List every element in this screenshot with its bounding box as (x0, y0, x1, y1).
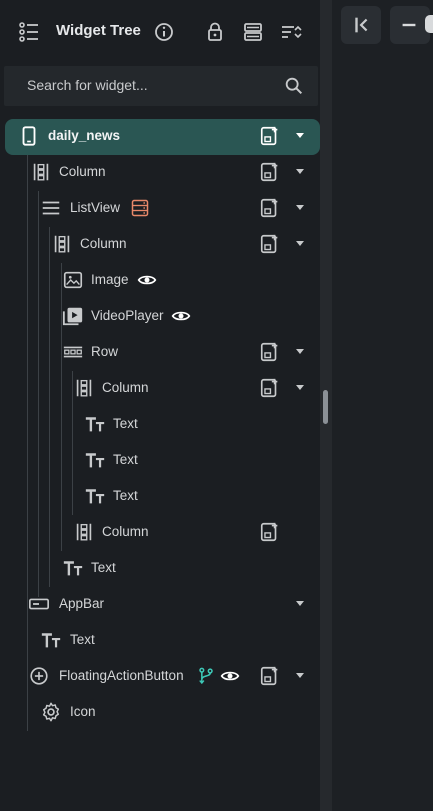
column-icon (76, 379, 92, 397)
expand-caret-icon[interactable] (296, 349, 304, 354)
tree-item-text[interactable]: Text (0, 443, 320, 479)
add-widget-icon[interactable] (259, 233, 281, 255)
add-circle-icon (30, 667, 48, 685)
tree-item-videoplayer[interactable]: VideoPlayer (0, 299, 320, 335)
add-widget-icon[interactable] (259, 341, 281, 363)
tree-item-floating-action-button[interactable]: FloatingActionButton (0, 659, 320, 695)
expand-caret-icon[interactable] (296, 385, 304, 390)
add-widget-icon[interactable] (259, 161, 281, 183)
tree-item-label: Text (113, 452, 138, 467)
image-icon (63, 271, 83, 289)
expand-caret-icon[interactable] (296, 241, 304, 246)
appbar-icon (29, 598, 49, 610)
tree-item-column[interactable]: Column (0, 227, 320, 263)
tree-item-row[interactable]: Row (0, 335, 320, 371)
tree-list-icon[interactable] (17, 20, 41, 44)
tree-item-icon[interactable]: Icon (0, 695, 320, 731)
tree-item-label: Column (59, 164, 106, 179)
widget-tree-panel: Widget Tree Search for widget... daily_n… (0, 0, 320, 811)
tree-item-column[interactable]: Column (0, 371, 320, 407)
tree-item-label: Column (80, 236, 127, 251)
expand-caret-icon[interactable] (296, 673, 304, 678)
eye-icon[interactable] (171, 306, 191, 326)
tree-item-text[interactable]: Text (0, 551, 320, 587)
tree-item-label: Text (113, 488, 138, 503)
tree-item-label: Column (102, 380, 149, 395)
tree-item-label: Column (102, 524, 149, 539)
tree-item-image[interactable]: Image (0, 263, 320, 299)
text-icon (41, 633, 61, 648)
tree-item-daily-news[interactable]: daily_news (5, 119, 320, 155)
tree-item-label: Text (70, 632, 95, 647)
search-icon[interactable] (283, 75, 305, 97)
scrollbar-thumb[interactable] (323, 390, 328, 424)
tree-item-listview[interactable]: ListView (0, 191, 320, 227)
expand-caret-icon[interactable] (296, 133, 304, 138)
eye-icon[interactable] (137, 270, 157, 290)
panel-title: Widget Tree (56, 22, 141, 39)
add-widget-icon[interactable] (259, 665, 281, 687)
column-icon (76, 523, 92, 541)
text-icon (85, 453, 105, 468)
expand-caret-icon[interactable] (296, 205, 304, 210)
text-icon (85, 417, 105, 432)
collapse-panel-button[interactable] (341, 6, 381, 44)
add-widget-icon[interactable] (259, 197, 281, 219)
expand-caret-icon[interactable] (296, 169, 304, 174)
tree-item-label: Image (91, 272, 129, 287)
tree-item-label: AppBar (59, 596, 105, 611)
tree-item-text[interactable]: Text (0, 479, 320, 515)
tree-item-label: daily_news (48, 128, 121, 143)
database-icon (131, 199, 149, 217)
tree-item-label: Text (91, 560, 116, 575)
lock-icon[interactable] (203, 20, 227, 44)
column-icon (54, 235, 70, 253)
collapse-left-icon (355, 17, 368, 33)
text-icon (85, 489, 105, 504)
column-icon (33, 163, 49, 181)
add-widget-icon[interactable] (259, 377, 281, 399)
eye-icon[interactable] (220, 666, 240, 686)
search-bar[interactable]: Search for widget... (4, 66, 318, 106)
expand-caret-icon[interactable] (296, 601, 304, 606)
add-widget-icon[interactable] (259, 125, 281, 147)
action-flow-icon[interactable] (196, 666, 216, 686)
tree-item-text[interactable]: Text (0, 407, 320, 443)
tree-item-column[interactable]: Column (0, 515, 320, 551)
tree-item-label: VideoPlayer (91, 308, 164, 323)
sort-icon[interactable] (279, 20, 303, 44)
tree-item-appbar[interactable]: AppBar (0, 587, 320, 623)
phone-icon (22, 126, 36, 146)
list-icon (42, 201, 60, 215)
minus-icon (402, 23, 416, 27)
row-icon (63, 346, 83, 358)
text-icon (63, 561, 83, 576)
video-icon (62, 307, 83, 326)
search-input[interactable]: Search for widget... (27, 77, 148, 93)
tree-item-label: ListView (70, 200, 121, 215)
canvas-area (332, 0, 433, 811)
gear-icon (42, 702, 60, 722)
tree-item-label: FloatingActionButton (59, 668, 184, 683)
layers-icon[interactable] (241, 20, 265, 44)
add-widget-icon[interactable] (259, 521, 281, 543)
zoom-level-fragment (425, 15, 433, 33)
tree-item-text[interactable]: Text (0, 623, 320, 659)
tree-item-label: Icon (70, 704, 96, 719)
tree-item-column[interactable]: Column (0, 155, 320, 191)
panel-header: Widget Tree (0, 0, 320, 64)
tree-item-label: Row (91, 344, 119, 359)
tree-item-label: Text (113, 416, 138, 431)
zoom-out-button[interactable] (390, 6, 433, 44)
info-icon[interactable] (152, 20, 176, 44)
